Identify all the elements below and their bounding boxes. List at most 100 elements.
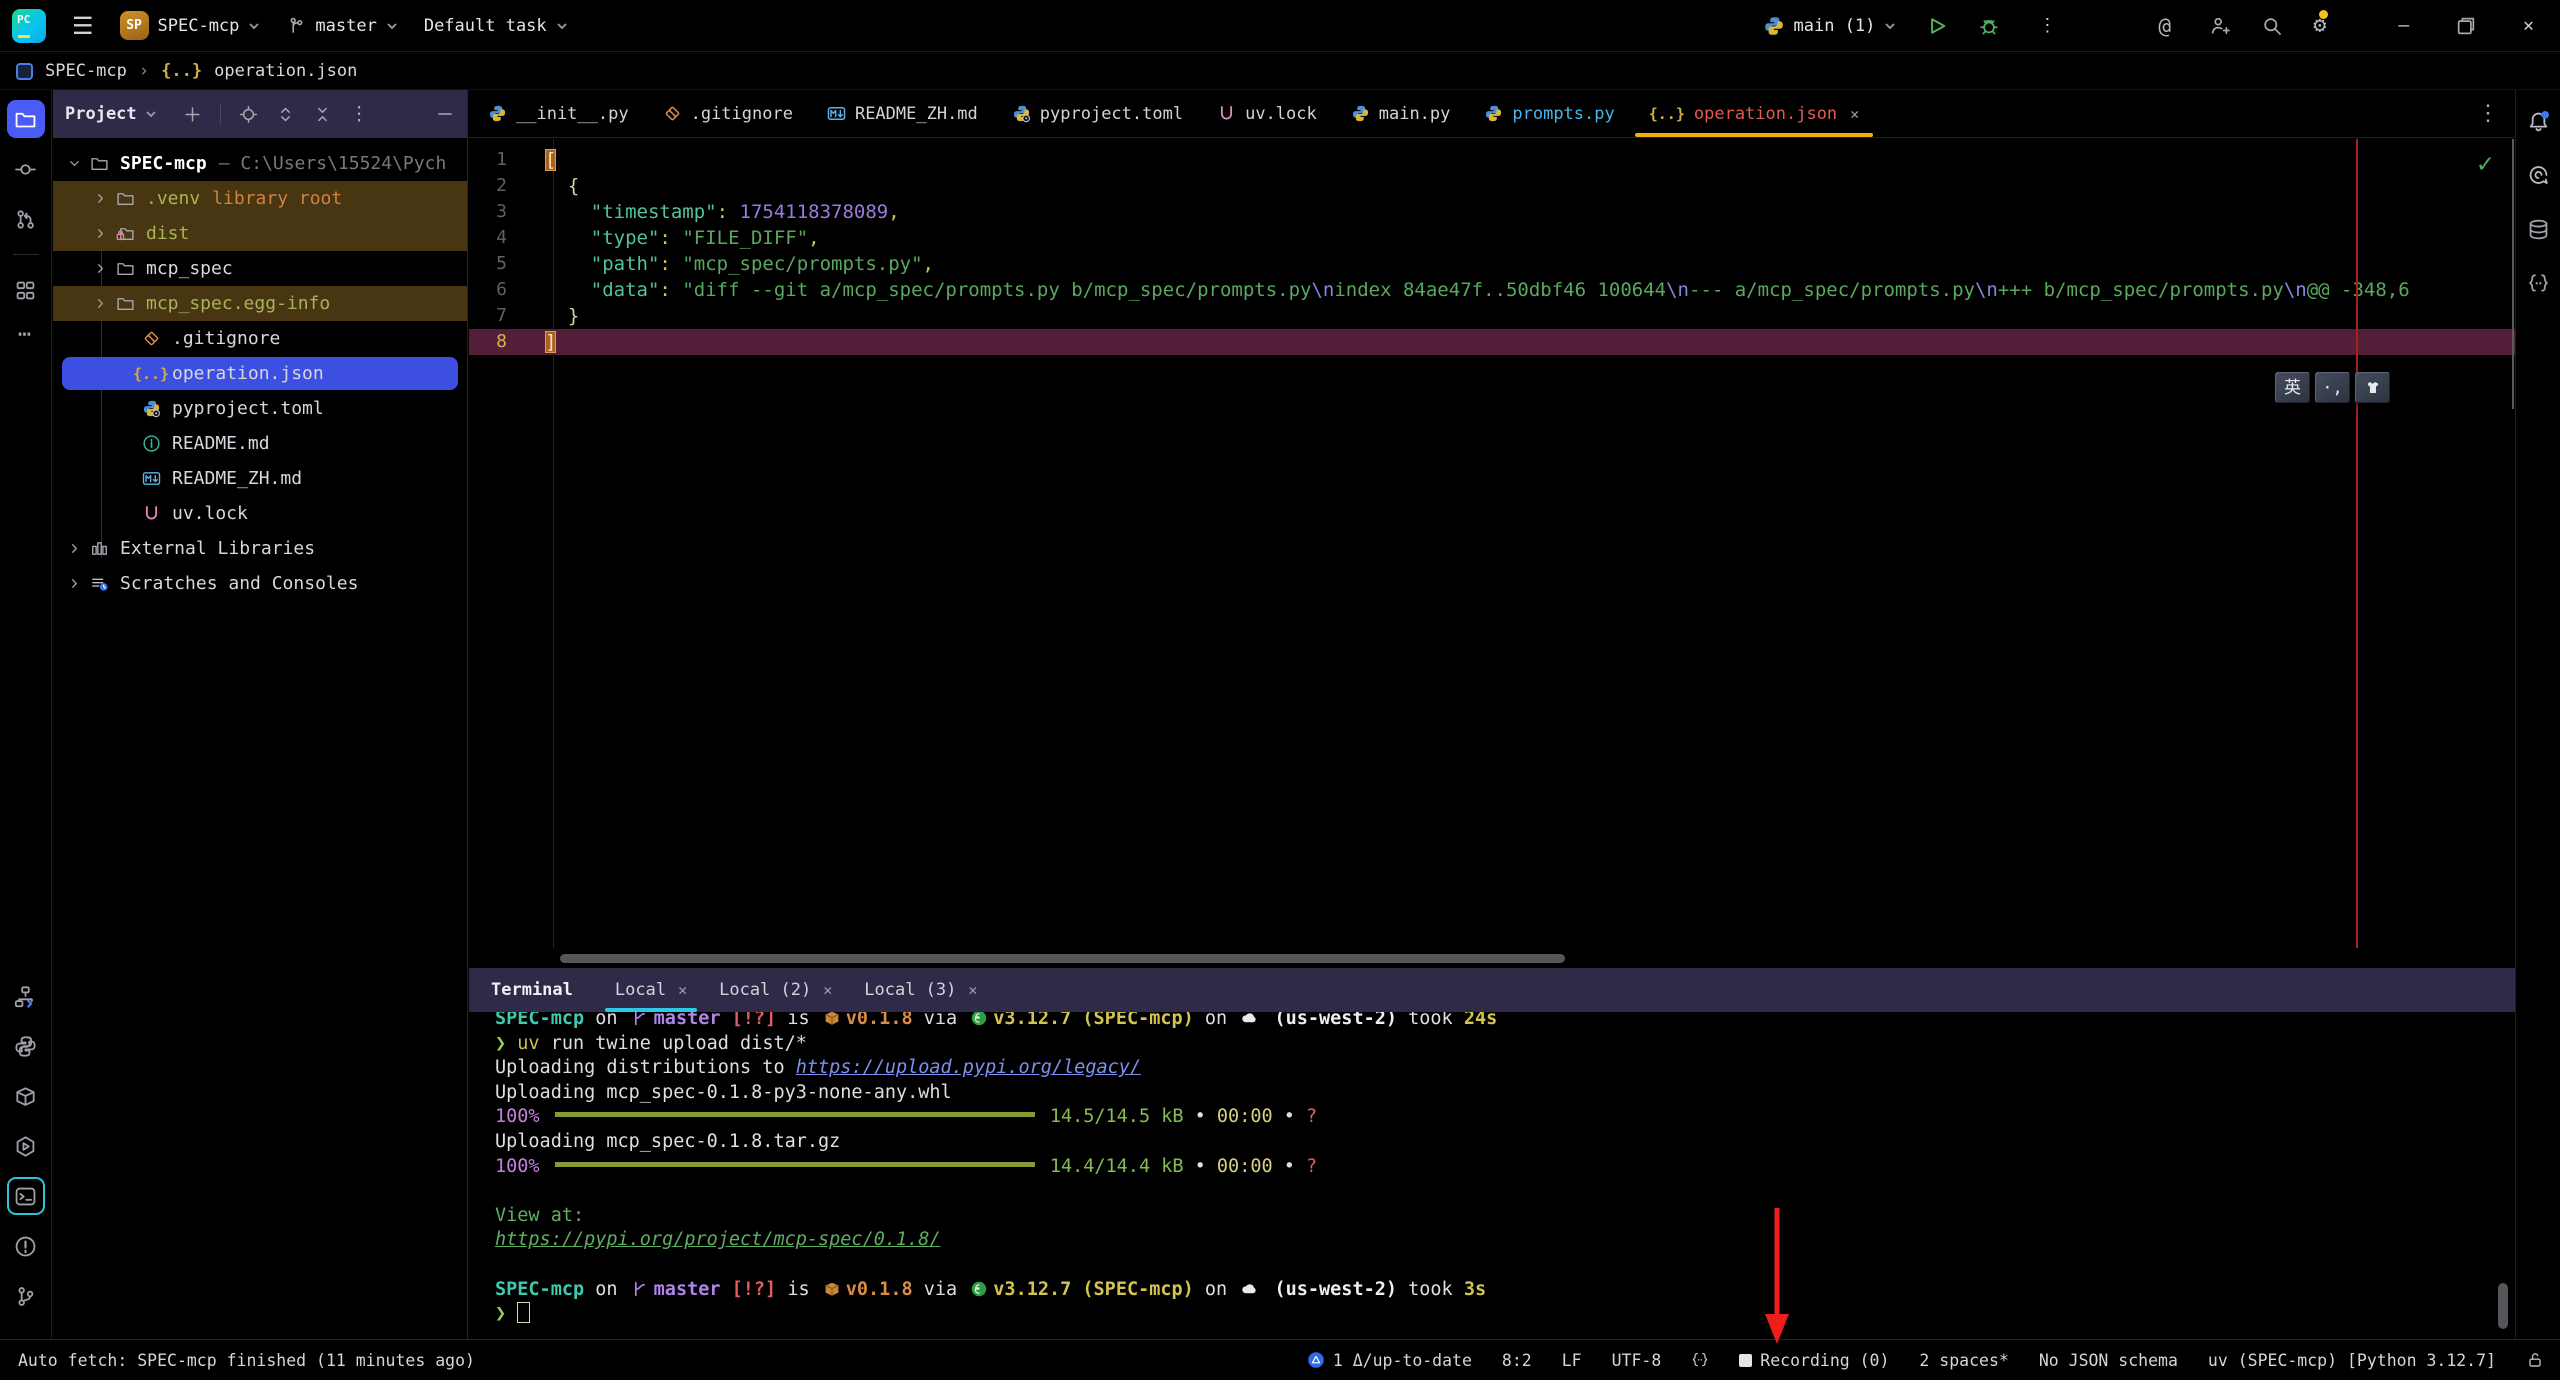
tree-item-mcp-spec-egg-info[interactable]: mcp_spec.egg-info bbox=[53, 286, 467, 321]
expand-all-button[interactable] bbox=[276, 105, 295, 124]
terminal-title[interactable]: Terminal bbox=[469, 968, 599, 1012]
tree-item-external-libraries[interactable]: External Libraries bbox=[53, 531, 467, 566]
tree-item-operation-json[interactable]: {..}operation.json bbox=[53, 356, 467, 391]
interpreter-widget[interactable]: uv (SPEC-mcp) [Python 3.12.7] bbox=[2208, 1351, 2496, 1370]
ime-skin-button[interactable] bbox=[2355, 372, 2390, 403]
project-panel-title[interactable]: Project bbox=[65, 104, 157, 124]
tool-python-console-button[interactable] bbox=[7, 977, 45, 1015]
git-sync-widget[interactable]: 1 Δ/up-to-date bbox=[1307, 1351, 1472, 1370]
task-widget[interactable]: Default task bbox=[424, 16, 568, 36]
tree-item-dist[interactable]: dist bbox=[53, 216, 467, 251]
tree-item-mcp-spec[interactable]: mcp_spec bbox=[53, 251, 467, 286]
tree-item-uv-lock[interactable]: uv.lock bbox=[53, 496, 467, 531]
line-separator-widget[interactable]: LF bbox=[1562, 1351, 1582, 1370]
tree-item-spec-mcp[interactable]: SPEC-mcp– C:\Users\15524\Pych bbox=[53, 146, 467, 181]
close-tab-icon[interactable]: ✕ bbox=[968, 981, 977, 999]
editor-tab-main-py[interactable]: main.py bbox=[1334, 90, 1468, 137]
chevron-right-icon[interactable] bbox=[87, 227, 113, 240]
debug-button[interactable] bbox=[1978, 15, 2000, 37]
code-line-6[interactable]: 6 "data": "diff --git a/mcp_spec/prompts… bbox=[469, 277, 2515, 303]
tool-more-tool-windows-button[interactable]: ⋯ bbox=[7, 321, 45, 359]
chevron-down-icon[interactable] bbox=[61, 157, 87, 170]
run-button[interactable] bbox=[1926, 15, 1948, 37]
tool-json-path-button[interactable] bbox=[2519, 264, 2557, 302]
breadcrumb-file[interactable]: operation.json bbox=[214, 61, 357, 81]
code-line-3[interactable]: 3 "timestamp": 1754118378089, bbox=[469, 199, 2515, 225]
code-line-1[interactable]: 1[ bbox=[469, 147, 2515, 173]
tool-notifications-button[interactable] bbox=[2519, 102, 2557, 140]
terminal-tab-local-3-[interactable]: Local (3)✕ bbox=[848, 968, 993, 1012]
tool-package-python-button[interactable] bbox=[7, 1077, 45, 1115]
tool-ai-assistant-button[interactable] bbox=[2519, 156, 2557, 194]
ai-assistant-button[interactable]: @ bbox=[2150, 14, 2179, 38]
options-button[interactable]: ⋮ bbox=[350, 103, 369, 125]
minimize-button[interactable]: – bbox=[2390, 15, 2417, 36]
tool-commit-button[interactable] bbox=[7, 150, 45, 188]
search-everywhere-button[interactable] bbox=[2261, 15, 2283, 37]
tree-item-pyproject-toml[interactable]: pyproject.toml bbox=[53, 391, 467, 426]
caret-position-widget[interactable]: 8:2 bbox=[1502, 1351, 1532, 1370]
code-line-5[interactable]: 5 "path": "mcp_spec/prompts.py", bbox=[469, 251, 2515, 277]
json-schema-widget[interactable]: No JSON schema bbox=[2039, 1351, 2178, 1370]
tool-services-button[interactable] bbox=[7, 1127, 45, 1165]
code-line-2[interactable]: 2 { bbox=[469, 173, 2515, 199]
chevron-right-icon[interactable] bbox=[87, 297, 113, 310]
indent-widget[interactable]: 2 spaces* bbox=[1919, 1351, 2008, 1370]
collapse-all-button[interactable] bbox=[313, 105, 332, 124]
recording-widget[interactable]: Recording (0) bbox=[1739, 1351, 1889, 1370]
main-menu-button[interactable]: ☰ bbox=[72, 12, 94, 40]
run-config-widget[interactable]: main (1) bbox=[1763, 15, 1897, 37]
code-with-me-button[interactable] bbox=[2209, 15, 2231, 37]
editor-tab-prompts-py[interactable]: prompts.py bbox=[1467, 90, 1631, 137]
breadcrumb-project[interactable]: SPEC-mcp bbox=[45, 61, 127, 81]
tool-version-control-button[interactable] bbox=[7, 1277, 45, 1315]
editor-tab--init-py[interactable]: __init__.py bbox=[471, 90, 646, 137]
terminal-tab-local[interactable]: Local✕ bbox=[599, 968, 703, 1012]
tree-item--gitignore[interactable]: .gitignore bbox=[53, 321, 467, 356]
close-tab-icon[interactable]: ✕ bbox=[1850, 105, 1859, 123]
code-line-7[interactable]: 7 } bbox=[469, 303, 2515, 329]
tool-project-button[interactable] bbox=[7, 100, 45, 138]
tool-database-button[interactable] bbox=[2519, 210, 2557, 248]
project-widget[interactable]: SP SPEC-mcp bbox=[120, 11, 261, 40]
tool-problems-button[interactable] bbox=[7, 1227, 45, 1265]
close-button[interactable]: ✕ bbox=[2515, 15, 2542, 36]
status-message[interactable]: Auto fetch: SPEC-mcp finished (11 minute… bbox=[18, 1351, 475, 1370]
braces-widget[interactable] bbox=[1691, 1351, 1709, 1369]
editor-vertical-scrollbar[interactable] bbox=[2512, 139, 2514, 409]
readonly-widget[interactable] bbox=[2526, 1351, 2544, 1369]
chevron-right-icon[interactable] bbox=[61, 542, 87, 555]
chevron-right-icon[interactable] bbox=[87, 192, 113, 205]
terminal-output[interactable]: SPEC-mcp on master [!?] is v0.1.8 via v3… bbox=[469, 1012, 2515, 1339]
editor-tab--gitignore[interactable]: .gitignore bbox=[646, 90, 810, 137]
tree-item--venv[interactable]: .venvlibrary root bbox=[53, 181, 467, 216]
terminal-scrollbar[interactable] bbox=[2498, 1283, 2508, 1329]
tool-terminal-button[interactable] bbox=[7, 1177, 45, 1215]
close-tab-icon[interactable]: ✕ bbox=[678, 981, 687, 999]
terminal-tab-local-2-[interactable]: Local (2)✕ bbox=[703, 968, 848, 1012]
hide-panel-button[interactable] bbox=[435, 104, 455, 124]
tool-python-packages-button[interactable] bbox=[7, 1027, 45, 1065]
settings-button[interactable]: ⚙ bbox=[2313, 13, 2326, 38]
locate-file-button[interactable] bbox=[239, 105, 258, 124]
editor-tab-pyproject-toml[interactable]: pyproject.toml bbox=[995, 90, 1200, 137]
code-line-8[interactable]: 8] bbox=[469, 329, 2515, 355]
chevron-right-icon[interactable] bbox=[87, 262, 113, 275]
code-line-4[interactable]: 4 "type": "FILE_DIFF", bbox=[469, 225, 2515, 251]
ime-language-button[interactable]: 英 bbox=[2275, 372, 2310, 403]
ime-punctuation-button[interactable]: ·, bbox=[2315, 372, 2350, 403]
code-editor[interactable]: 1[2 {3 "timestamp": 1754118378089,4 "typ… bbox=[469, 139, 2515, 948]
editor-horizontal-scrollbar[interactable] bbox=[560, 954, 1565, 963]
tab-options-button[interactable]: ⋮ bbox=[2477, 101, 2515, 126]
close-tab-icon[interactable]: ✕ bbox=[823, 981, 832, 999]
inspections-ok-icon[interactable]: ✓ bbox=[2477, 151, 2493, 177]
chevron-right-icon[interactable] bbox=[61, 577, 87, 590]
encoding-widget[interactable]: UTF-8 bbox=[1612, 1351, 1662, 1370]
editor-tab-uv-lock[interactable]: uv.lock bbox=[1200, 90, 1334, 137]
vcs-branch-widget[interactable]: master bbox=[286, 16, 397, 36]
restore-button[interactable] bbox=[2447, 15, 2485, 37]
tool-structure-button[interactable] bbox=[7, 271, 45, 309]
editor-tab-operation-json[interactable]: {..}operation.json✕ bbox=[1632, 90, 1876, 137]
tree-item-scratches-and-consoles[interactable]: Scratches and Consoles bbox=[53, 566, 467, 601]
editor-tab-readme-zh-md[interactable]: README_ZH.md bbox=[810, 90, 995, 137]
